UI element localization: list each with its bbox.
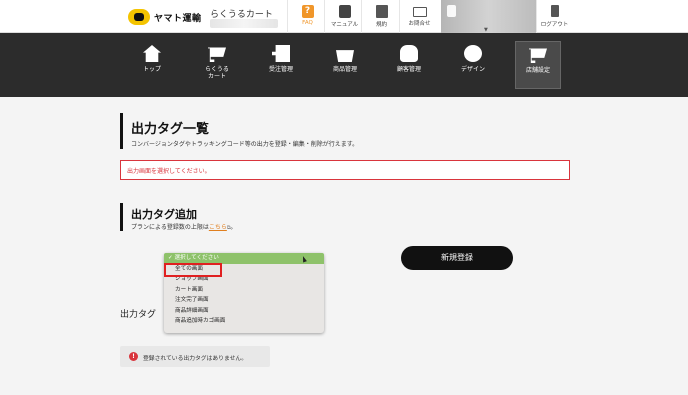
description-prefix: プランによる登録数の上限は <box>131 224 209 231</box>
nav-item-design[interactable]: デザイン <box>450 41 496 89</box>
manual-icon <box>338 5 351 18</box>
nav-item-top[interactable]: トップ <box>129 41 175 89</box>
error-text: 出力画面を選択してください。 <box>127 168 211 175</box>
faq-icon: ? <box>301 5 314 18</box>
page-description: コンバージョンタグやトラッキングコード等の出力を登録・編集・削除が行えます。 <box>131 141 359 148</box>
nav-label-customers: 顧客管理 <box>396 66 421 73</box>
nav-label-shop-settings: 店舗設定 <box>525 67 550 74</box>
logout-icon <box>550 5 559 17</box>
user-menu[interactable]: ▼ <box>441 0 536 33</box>
active-nav-pointer <box>533 92 543 97</box>
logout-button[interactable]: ログアウト <box>536 0 572 33</box>
page-title: 出力タグ一覧 <box>131 122 210 137</box>
section-bar <box>120 113 123 149</box>
terms-button[interactable]: 規約 <box>361 0 401 33</box>
shop-name-redacted <box>210 19 278 28</box>
dropdown-option[interactable]: カート画面 <box>164 285 324 296</box>
section-description: プランによる登録数の上限はこちら⧉。 <box>131 222 236 231</box>
cart-icon <box>208 47 226 62</box>
section-bar <box>120 203 123 231</box>
dropdown-option[interactable]: 注文完了画面 <box>164 295 324 306</box>
nav-label-cart: らくうる カート <box>205 66 229 80</box>
output-tag-label: 出力タグ <box>120 310 157 320</box>
nav-item-cart[interactable]: らくうる カート <box>194 41 240 89</box>
dropdown-option[interactable]: 商品追加時カゴ画面 <box>164 316 324 327</box>
basket-icon <box>336 50 354 62</box>
home-icon <box>143 45 161 62</box>
plan-limit-link[interactable]: こちら <box>209 224 227 231</box>
description-suffix: 。 <box>230 224 237 231</box>
dropdown-option[interactable]: 商品詳細画面 <box>164 306 324 317</box>
nav-item-shop-settings[interactable]: 店舗設定 <box>515 41 561 89</box>
logout-label: ログアウト <box>540 22 569 28</box>
contact-button[interactable]: お問合せ <box>399 0 439 33</box>
terms-label: 規約 <box>375 22 387 28</box>
nav-item-products[interactable]: 商品管理 <box>322 41 368 89</box>
nav-label-orders: 受注管理 <box>268 66 293 73</box>
logo-text: ヤマト運輸 <box>154 13 202 24</box>
new-registration-button[interactable]: 新規登録 <box>401 246 513 270</box>
alert-icon: ! <box>129 352 138 361</box>
terms-icon <box>375 5 388 18</box>
nav-item-customers[interactable]: 顧客管理 <box>386 41 432 89</box>
palette-icon <box>464 45 482 62</box>
dropdown-option[interactable]: ✓ 選択してください <box>164 253 324 264</box>
shop-settings-icon <box>529 48 547 63</box>
main-nav: トップ らくうる カート 受注管理 商品管理 顧客管理 デザイン 店舗設定 <box>0 33 688 97</box>
nav-label-top: トップ <box>142 66 161 73</box>
user-icon <box>447 5 456 17</box>
logo[interactable]: ヤマト運輸 <box>128 8 202 26</box>
info-message-box: ! 登録されている出力タグはありません。 <box>120 346 270 367</box>
nav-label-products: 商品管理 <box>332 66 357 73</box>
highlight-box <box>164 263 222 277</box>
contact-label: お問合せ <box>408 21 431 27</box>
customers-icon <box>400 45 418 62</box>
orders-icon <box>272 45 290 62</box>
cat-logo-icon <box>128 9 150 25</box>
manual-button[interactable]: マニュアル <box>324 0 364 33</box>
top-header: ヤマト運輸 らくうるカート ? FAQ マニュアル 規約 お問合せ ▼ ログアウ… <box>0 0 688 33</box>
mail-icon <box>412 7 427 17</box>
faq-label: FAQ <box>302 20 313 26</box>
nav-label-design: デザイン <box>460 66 485 73</box>
faq-button[interactable]: ? FAQ <box>287 0 327 33</box>
manual-label: マニュアル <box>330 22 359 28</box>
nav-item-orders[interactable]: 受注管理 <box>258 41 304 89</box>
info-text: 登録されている出力タグはありません。 <box>143 356 247 362</box>
error-message-box: 出力画面を選択してください。 <box>120 160 570 180</box>
section-title: 出力タグ追加 <box>131 208 197 221</box>
